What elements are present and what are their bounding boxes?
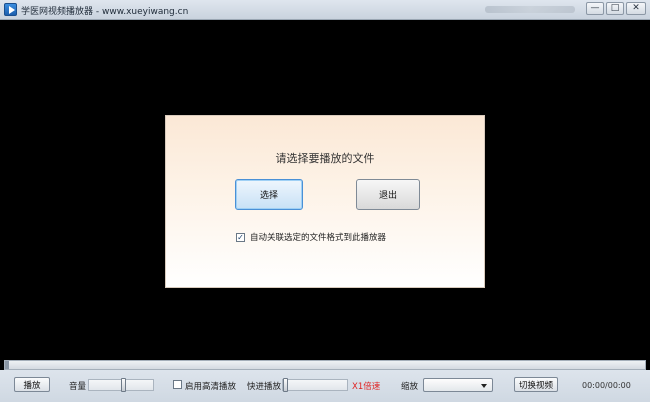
play-button[interactable]: 播放: [14, 377, 50, 392]
speed-value: X1倍速: [352, 382, 381, 392]
fast-forward-slider-thumb[interactable]: [283, 378, 288, 392]
hd-checkbox[interactable]: [173, 380, 182, 389]
chevron-down-icon: [481, 384, 487, 388]
zoom-label: 缩放: [401, 382, 419, 392]
fast-forward-label: 快进播放: [247, 382, 282, 392]
seek-bar[interactable]: [4, 360, 646, 370]
time-display: 00:00/00:00: [582, 381, 631, 390]
background-window-title: [485, 6, 575, 13]
volume-slider-thumb[interactable]: [121, 378, 126, 392]
associate-option[interactable]: ✓ 自动关联选定的文件格式到此播放器: [236, 231, 386, 243]
minimize-button[interactable]: —: [586, 2, 604, 15]
seek-thumb[interactable]: [5, 361, 9, 369]
window-title: 学医网视频播放器 - www.xueyiwang.cn: [21, 7, 189, 17]
play-icon: [4, 3, 17, 16]
dialog-title: 请选择要播放的文件: [275, 152, 375, 165]
fast-forward-slider[interactable]: [282, 378, 348, 392]
exit-button[interactable]: 退出: [356, 179, 420, 210]
file-select-dialog: 请选择要播放的文件 选择 退出 ✓ 自动关联选定的文件格式到此播放器: [165, 115, 485, 288]
control-toolbar: 播放 音量 启用高清播放 快进播放 X1倍速 缩放 切换视频 00:00/00:…: [0, 370, 650, 402]
volume-label: 音量: [69, 382, 87, 392]
window-controls: — □ ✕: [586, 2, 646, 15]
close-button[interactable]: ✕: [626, 2, 646, 15]
select-button[interactable]: 选择: [235, 179, 303, 210]
switch-video-button[interactable]: 切换视频: [514, 377, 558, 392]
hd-label: 启用高清播放: [185, 382, 237, 392]
associate-label: 自动关联选定的文件格式到此播放器: [250, 233, 387, 243]
volume-slider[interactable]: [88, 378, 154, 392]
zoom-select[interactable]: [423, 378, 493, 392]
associate-checkbox[interactable]: ✓: [236, 232, 245, 242]
maximize-button[interactable]: □: [606, 2, 624, 15]
title-bar: 学医网视频播放器 - www.xueyiwang.cn — □ ✕: [0, 0, 650, 20]
